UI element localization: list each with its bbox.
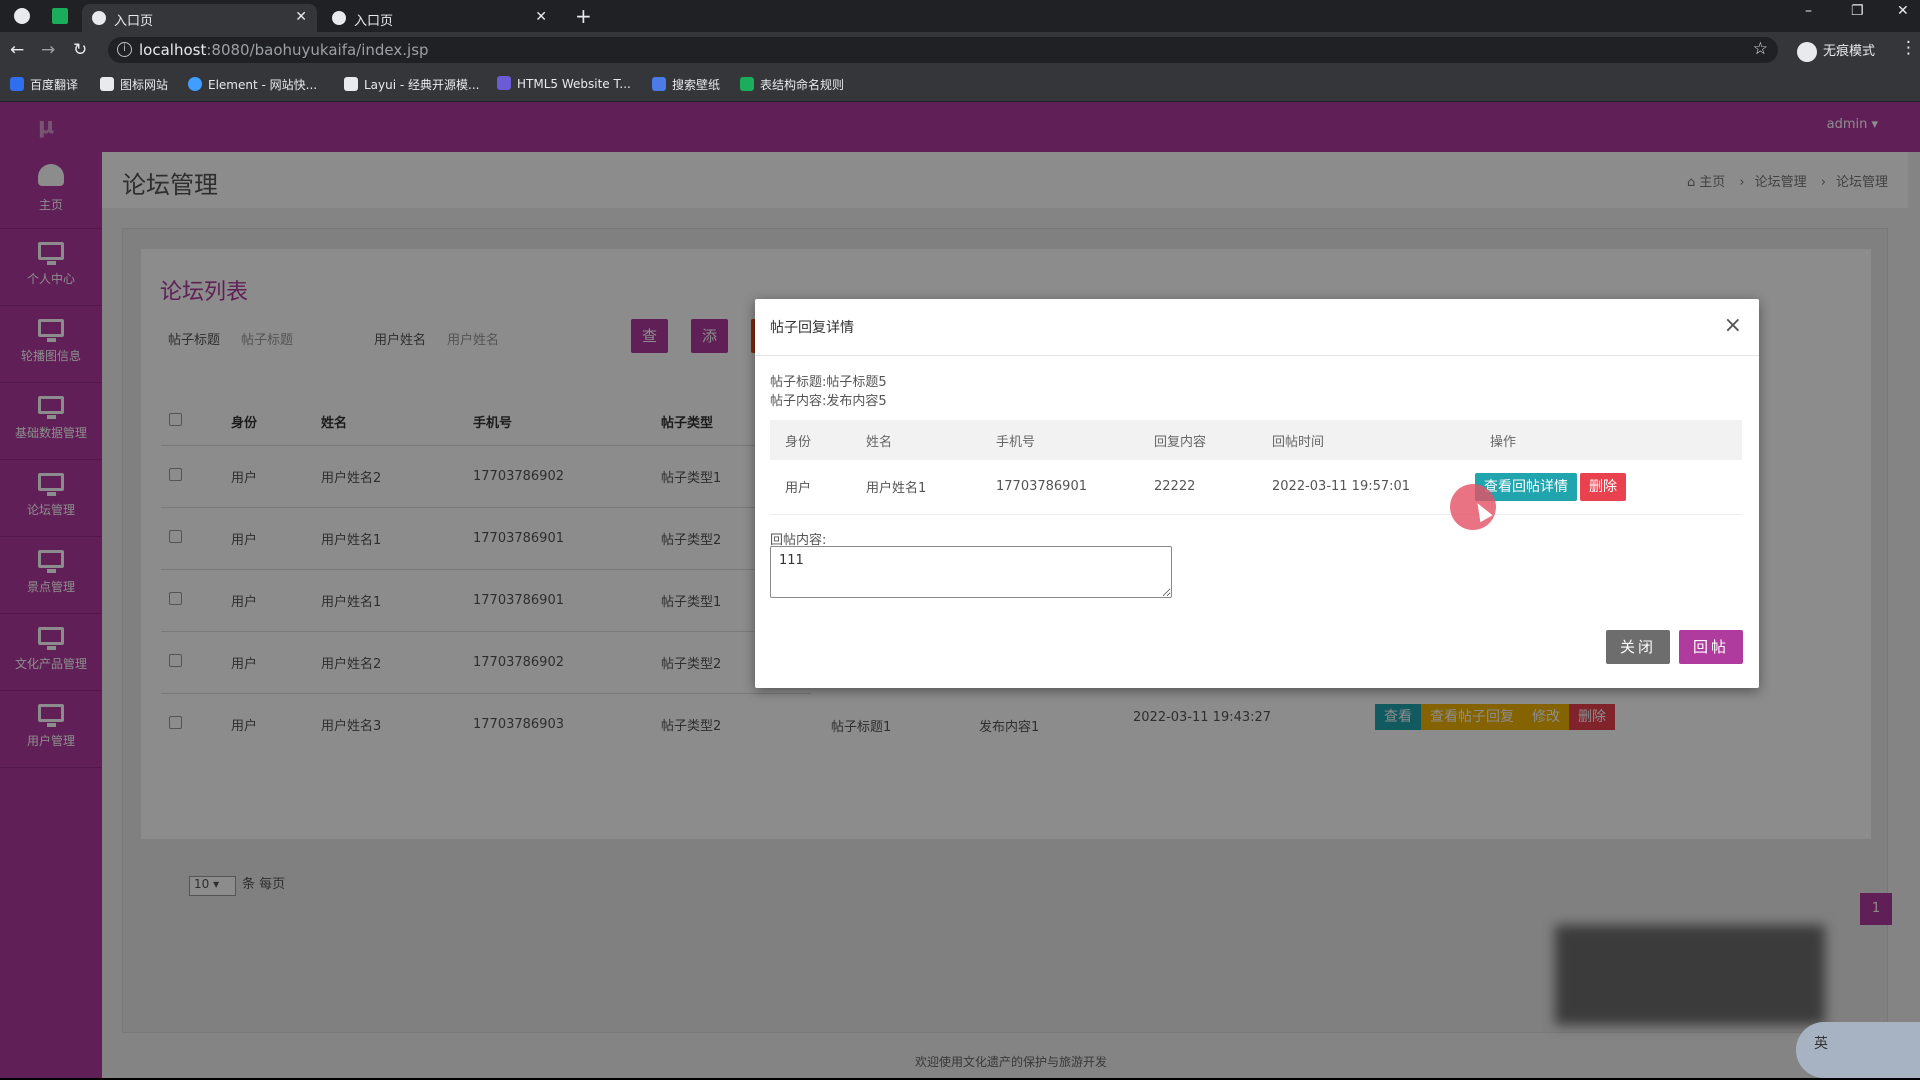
layui-icon [344,77,358,91]
tab-title: 入口页 [354,14,394,29]
back-icon[interactable]: ← [10,40,24,60]
browser-profile-icon[interactable] [14,8,30,24]
column-header: 操作 [1475,420,1742,460]
post-meta: 帖子标题:帖子标题5 帖子内容:发布内容5 [770,373,887,411]
cell-phone: 17703786901 [981,460,1139,515]
close-icon[interactable]: × [1724,313,1742,338]
info-icon[interactable]: i [117,42,132,57]
modal-title: 帖子回复详情 [770,320,854,336]
ime-language-label: 英 [1814,1036,1828,1052]
tab-title: 入口页 [114,14,154,29]
close-icon[interactable]: ✕ [295,9,307,25]
table-row: 用户 用户姓名1 17703786901 22222 2022-03-11 19… [770,460,1742,515]
column-header: 姓名 [851,420,981,460]
cell-role: 用户 [770,460,851,515]
modal-header: 帖子回复详情 × [755,299,1759,356]
html5-icon [497,76,511,90]
minimize-icon[interactable]: – [1805,3,1812,19]
post-content: 帖子内容:发布内容5 [770,394,887,409]
window-close-icon[interactable]: ✕ [1897,3,1909,19]
element-icon [188,77,202,91]
incognito-icon [1797,41,1817,62]
submit-reply-button[interactable]: 回帖 [1678,630,1743,664]
cell-name: 用户姓名1 [851,460,981,515]
close-icon[interactable]: ✕ [535,9,547,25]
browser-menu-icon[interactable]: ⋮ [1900,38,1917,58]
column-header: 手机号 [981,420,1139,460]
delete-reply-button[interactable]: 删除 [1580,472,1626,501]
bookmark-star-icon[interactable]: ☆ [1753,39,1768,59]
bookmark-item[interactable]: Element - 网站快... [188,76,317,93]
bookmark-item[interactable]: 搜索壁纸 [652,76,720,93]
blurred-overlay [1555,925,1825,1025]
cell-reply: 22222 [1139,460,1257,515]
table-header-row: 身份 姓名 手机号 回复内容 回帖时间 操作 [770,420,1742,460]
table-icon [740,77,754,91]
wallpaper-icon [652,77,666,91]
close-button[interactable]: 关闭 [1605,630,1670,664]
flag-icon [100,77,114,91]
globe-icon [332,11,346,25]
forward-icon[interactable]: → [41,40,55,60]
url-text: localhost:8080/baohuyukaifa/index.jsp [139,41,429,59]
tab-entry-1[interactable]: 入口页 ✕ [82,4,317,32]
bookmark-item[interactable]: 百度翻译 [10,76,78,93]
reply-content-textarea[interactable]: 111 [770,546,1172,598]
new-tab-button[interactable]: + [575,4,592,28]
reply-table: 身份 姓名 手机号 回复内容 回帖时间 操作 用户 用户姓名1 17703786… [770,420,1742,515]
reload-icon[interactable]: ↻ [73,40,87,60]
bookmark-item[interactable]: 表结构命名规则 [740,76,844,93]
post-title: 帖子标题:帖子标题5 [770,375,887,390]
tab-entry-2[interactable]: 入口页 ✕ [322,4,557,32]
modal-footer: 关闭 回帖 [1597,630,1743,664]
cell-time: 2022-03-11 19:57:01 [1257,460,1475,515]
browser-tab-strip: 入口页 ✕ 入口页 ✕ + – ❐ ✕ [0,0,1920,32]
reply-detail-modal: 帖子回复详情 × 帖子标题:帖子标题5 帖子内容:发布内容5 身份 姓名 手机号… [755,299,1759,688]
address-bar[interactable]: i localhost:8080/baohuyukaifa/index.jsp … [108,37,1778,63]
globe-icon [92,11,106,25]
restore-icon[interactable]: ❐ [1851,3,1864,19]
pinned-tab-icon[interactable] [52,8,68,24]
bookmarks-bar: 百度翻译 图标网站 Element - 网站快... Layui - 经典开源模… [0,68,1920,102]
bookmark-item[interactable]: HTML5 Website T... [497,76,631,91]
bookmark-item[interactable]: Layui - 经典开源模... [344,76,479,93]
browser-toolbar: ← → ↻ i localhost:8080/baohuyukaifa/inde… [0,32,1920,68]
column-header: 回复内容 [1139,420,1257,460]
column-header: 身份 [770,420,851,460]
translate-icon [10,77,24,91]
incognito-indicator[interactable]: 无痕模式 [1797,40,1875,62]
column-header: 回帖时间 [1257,420,1475,460]
bookmark-item[interactable]: 图标网站 [100,76,168,93]
